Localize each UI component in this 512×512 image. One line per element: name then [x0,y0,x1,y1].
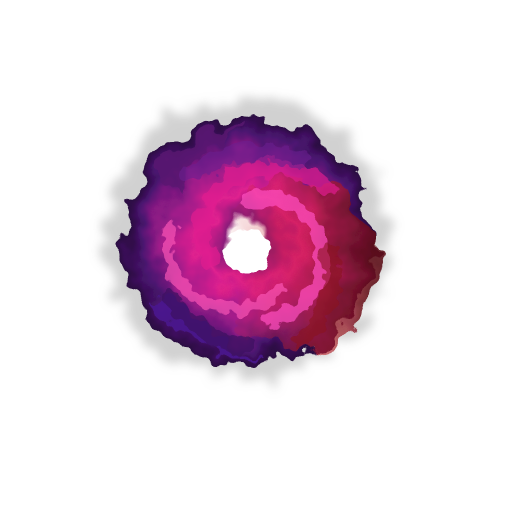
image-canvas [0,0,512,512]
swirl-core [223,228,271,272]
swirl-vortex-illustration [104,98,388,378]
